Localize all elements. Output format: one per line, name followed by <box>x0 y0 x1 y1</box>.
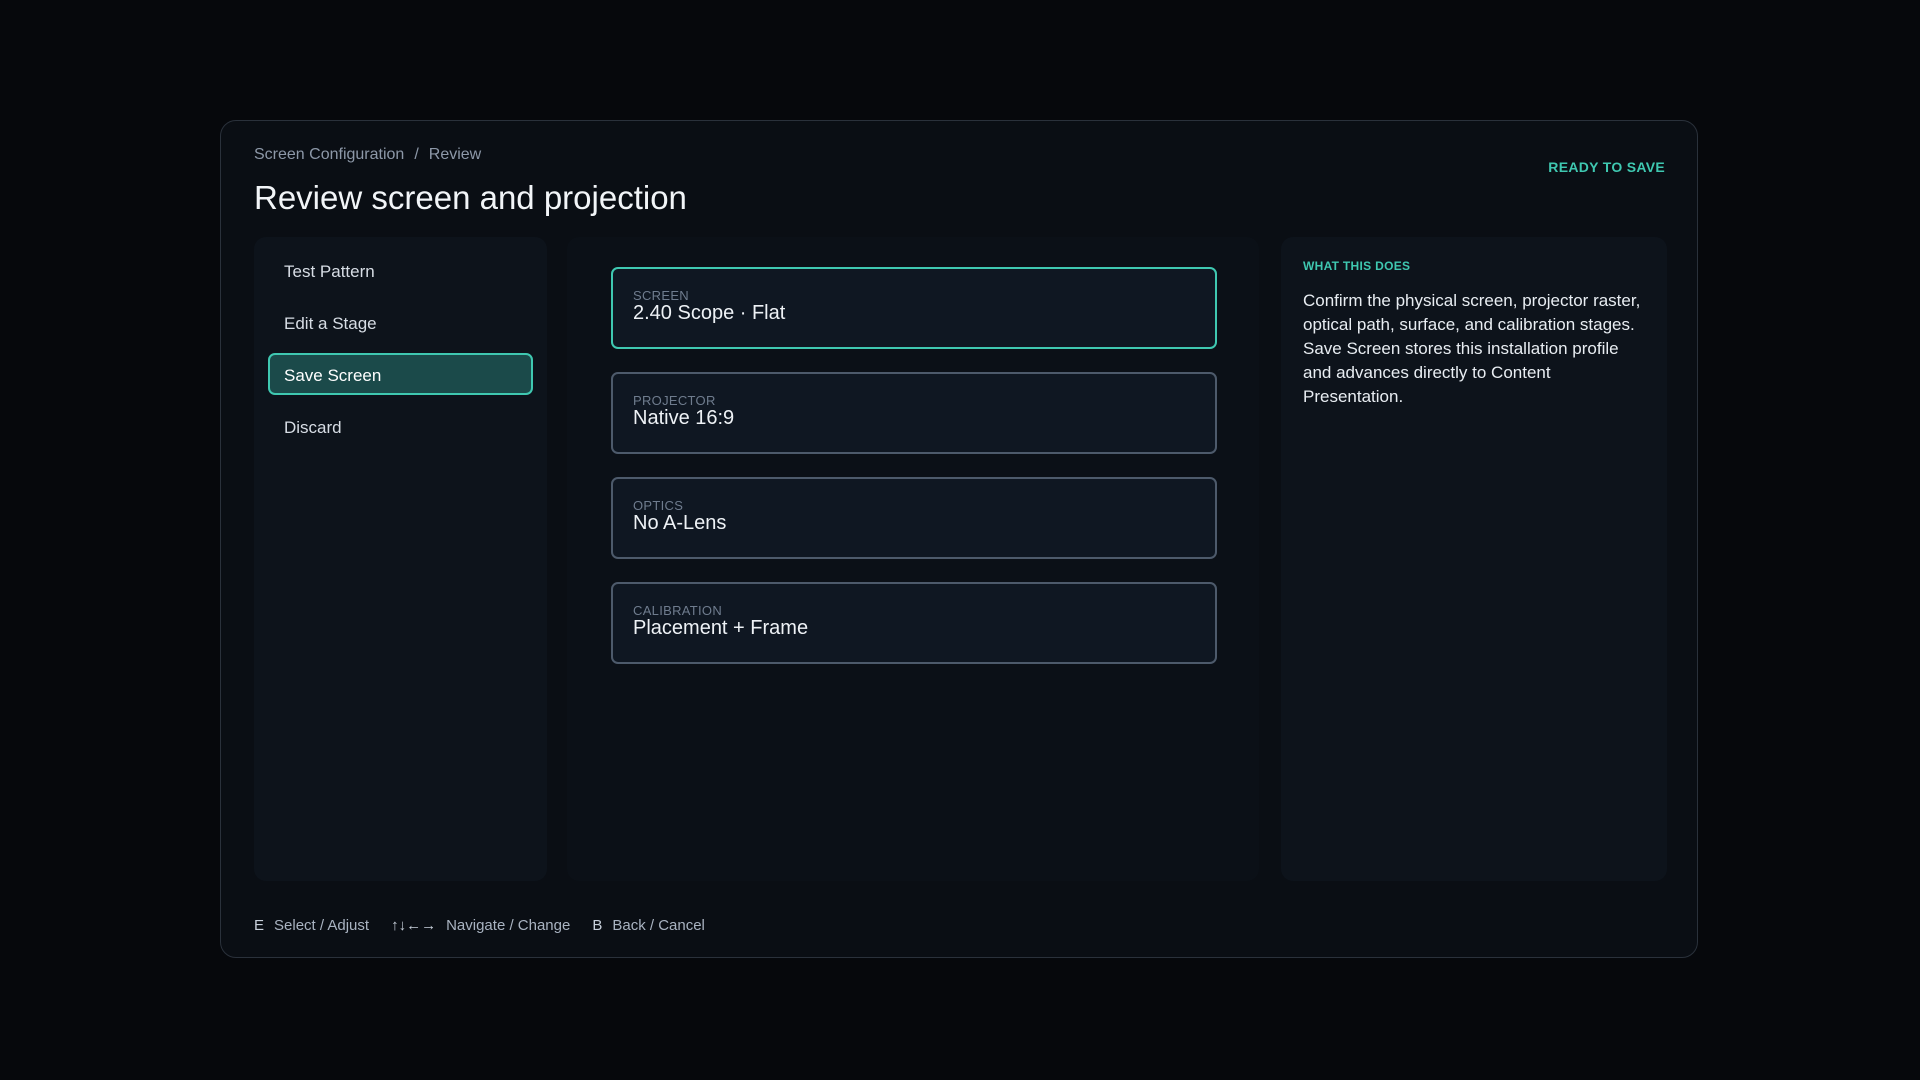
screen-config-window: Screen Configuration / Review READY TO S… <box>220 120 1698 958</box>
card-optics[interactable]: OPTICS No A-Lens <box>611 477 1217 559</box>
card-value: Native 16:9 <box>633 407 735 429</box>
card-screen[interactable]: SCREEN 2.40 Scope · Flat <box>611 267 1217 349</box>
sidebar-menu: Test Pattern Edit a Stage Save Screen Di… <box>254 237 547 881</box>
hint-navigate: ↑↓←→ Navigate / Change <box>391 917 570 934</box>
card-label: PROJECTOR <box>633 393 716 408</box>
card-label: OPTICS <box>633 498 684 513</box>
breadcrumb-root[interactable]: Screen Configuration <box>254 146 404 164</box>
review-panel: SCREEN 2.40 Scope · Flat PROJECTOR Nativ… <box>567 237 1259 881</box>
info-body: Confirm the physical screen, projector r… <box>1303 291 1641 406</box>
hint-select: E Select / Adjust <box>254 917 369 934</box>
card-value: Placement + Frame <box>633 617 809 639</box>
menu-item-save-screen[interactable]: Save Screen <box>268 353 533 395</box>
info-panel: WHAT THIS DOES Confirm the physical scre… <box>1281 237 1667 881</box>
menu-item-edit-stage[interactable]: Edit a Stage <box>268 301 533 343</box>
card-label: CALIBRATION <box>633 603 723 618</box>
info-heading: WHAT THIS DOES <box>1303 259 1411 273</box>
arrow-keys-icon: ↑↓←→ <box>391 917 437 934</box>
card-value: 2.40 Scope · Flat <box>633 302 786 324</box>
card-label: SCREEN <box>633 288 689 303</box>
page-title: Review screen and projection <box>254 179 687 216</box>
hint-back: B Back / Cancel <box>592 917 705 934</box>
hint-label: Navigate / Change <box>446 917 571 934</box>
hint-label: Back / Cancel <box>612 917 705 934</box>
menu-item-test-pattern[interactable]: Test Pattern <box>268 249 533 291</box>
key-b: B <box>592 917 603 934</box>
menu-item-discard[interactable]: Discard <box>268 405 533 447</box>
breadcrumb-separator: / <box>414 146 419 163</box>
card-calibration[interactable]: CALIBRATION Placement + Frame <box>611 582 1217 664</box>
card-projector[interactable]: PROJECTOR Native 16:9 <box>611 372 1217 454</box>
breadcrumb: Screen Configuration / Review <box>254 146 481 164</box>
status-badge: READY TO SAVE <box>1548 159 1665 175</box>
hint-label: Select / Adjust <box>274 917 370 934</box>
key-e: E <box>254 917 265 934</box>
card-value: No A-Lens <box>633 512 727 534</box>
controls-footer: E Select / Adjust ↑↓←→ Navigate / Change… <box>254 917 705 934</box>
breadcrumb-current: Review <box>428 146 482 163</box>
